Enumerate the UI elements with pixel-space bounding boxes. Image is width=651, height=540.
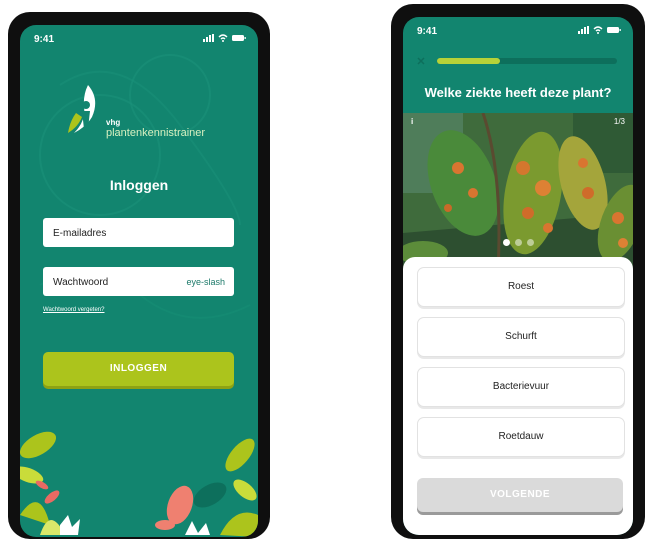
quiz-phone-frame: 9:41 Welke ziekte heeft deze plant? i 1/… <box>391 4 645 539</box>
signal-icon <box>577 25 589 34</box>
image-counter: 1/3 <box>613 117 625 126</box>
decorative-leaves <box>20 431 258 537</box>
answer-option-1[interactable]: Roest <box>417 267 625 307</box>
progress-bar <box>437 58 617 64</box>
answer-option-4[interactable]: Roetdauw <box>417 417 625 457</box>
login-screen: 9:41 vhg plantenkennistrainer Inloggen E… <box>20 25 258 537</box>
login-phone-frame: 9:41 vhg plantenkennistrainer Inloggen E… <box>8 12 270 539</box>
logo-brand-small: vhg <box>106 118 121 127</box>
progress-bar-fill <box>437 58 500 64</box>
status-bar: 9:41 <box>403 17 633 43</box>
next-button[interactable]: VOLGENDE <box>417 478 623 512</box>
status-time: 9:41 <box>417 26 438 37</box>
vhg-logo-icon <box>68 85 96 133</box>
pagination-dot-1[interactable] <box>503 239 510 246</box>
signal-icon <box>202 33 214 42</box>
status-bar: 9:41 <box>20 25 258 51</box>
info-icon[interactable]: i <box>411 117 413 126</box>
forgot-password-link[interactable]: Wachtwoord vergeten? <box>43 307 104 313</box>
password-field[interactable]: Wachtwoord eye-slash <box>43 267 234 296</box>
battery-icon <box>232 34 246 41</box>
close-icon[interactable] <box>417 57 425 65</box>
email-field-placeholder: E-mailadres <box>53 228 107 239</box>
question-title: Welke ziekte heeft deze plant? <box>424 85 612 100</box>
eye-slash-icon[interactable]: eye-slash <box>186 277 225 287</box>
battery-icon <box>607 26 621 33</box>
wifi-icon <box>593 25 603 34</box>
plant-photo[interactable]: i 1/3 <box>403 113 633 271</box>
pagination-dot-3[interactable] <box>527 239 534 246</box>
password-field-placeholder: Wachtwoord <box>53 277 109 288</box>
logo-brand-name: plantenkennistrainer <box>106 127 206 139</box>
login-button[interactable]: INLOGGEN <box>43 352 234 386</box>
email-field[interactable]: E-mailadres <box>43 218 234 247</box>
page-title: Inloggen <box>109 177 169 193</box>
status-icons <box>202 32 246 42</box>
image-pagination[interactable] <box>503 239 543 247</box>
status-icons <box>577 24 621 34</box>
quiz-screen: 9:41 Welke ziekte heeft deze plant? i 1/… <box>403 17 633 535</box>
answer-option-3[interactable]: Bacterievuur <box>417 367 625 407</box>
wifi-icon <box>218 33 228 42</box>
status-time: 9:41 <box>34 34 55 45</box>
pagination-dot-2[interactable] <box>515 239 522 246</box>
plant-image <box>403 113 633 271</box>
answer-option-2[interactable]: Schurft <box>417 317 625 357</box>
answer-sheet: Roest Schurft Bacterievuur Roetdauw VOLG… <box>403 257 633 535</box>
